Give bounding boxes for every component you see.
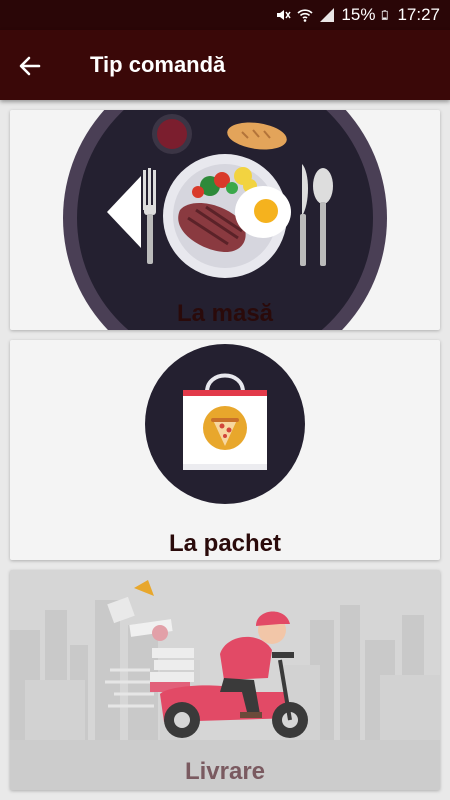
wifi-icon	[297, 9, 313, 22]
option-label-dine-in: La masă	[176, 300, 274, 327]
back-button[interactable]	[14, 50, 46, 82]
option-takeaway[interactable]: La pachet	[10, 340, 440, 560]
battery-icon	[382, 10, 389, 20]
dine-in-plate-illustration	[63, 110, 387, 330]
option-dine-in[interactable]: La masă	[10, 110, 440, 330]
arrow-left-icon	[19, 56, 41, 76]
app-bar: Tip comandă	[0, 30, 450, 100]
battery-percent: 15%	[341, 5, 376, 24]
clock: 17:27	[397, 5, 440, 24]
option-delivery[interactable]: Livrare	[10, 570, 440, 790]
delivery-scooter-illustration	[10, 580, 440, 790]
status-bar: 15% 17:27	[0, 0, 450, 30]
takeaway-bag-illustration	[145, 344, 305, 504]
status-indicators: 15% 17:27	[275, 0, 440, 30]
signal-icon	[320, 8, 335, 22]
mute-icon	[277, 10, 292, 20]
option-label-delivery: Livrare	[184, 758, 266, 785]
option-label-takeaway: La pachet	[168, 530, 282, 557]
page-title: Tip comandă	[90, 52, 226, 77]
